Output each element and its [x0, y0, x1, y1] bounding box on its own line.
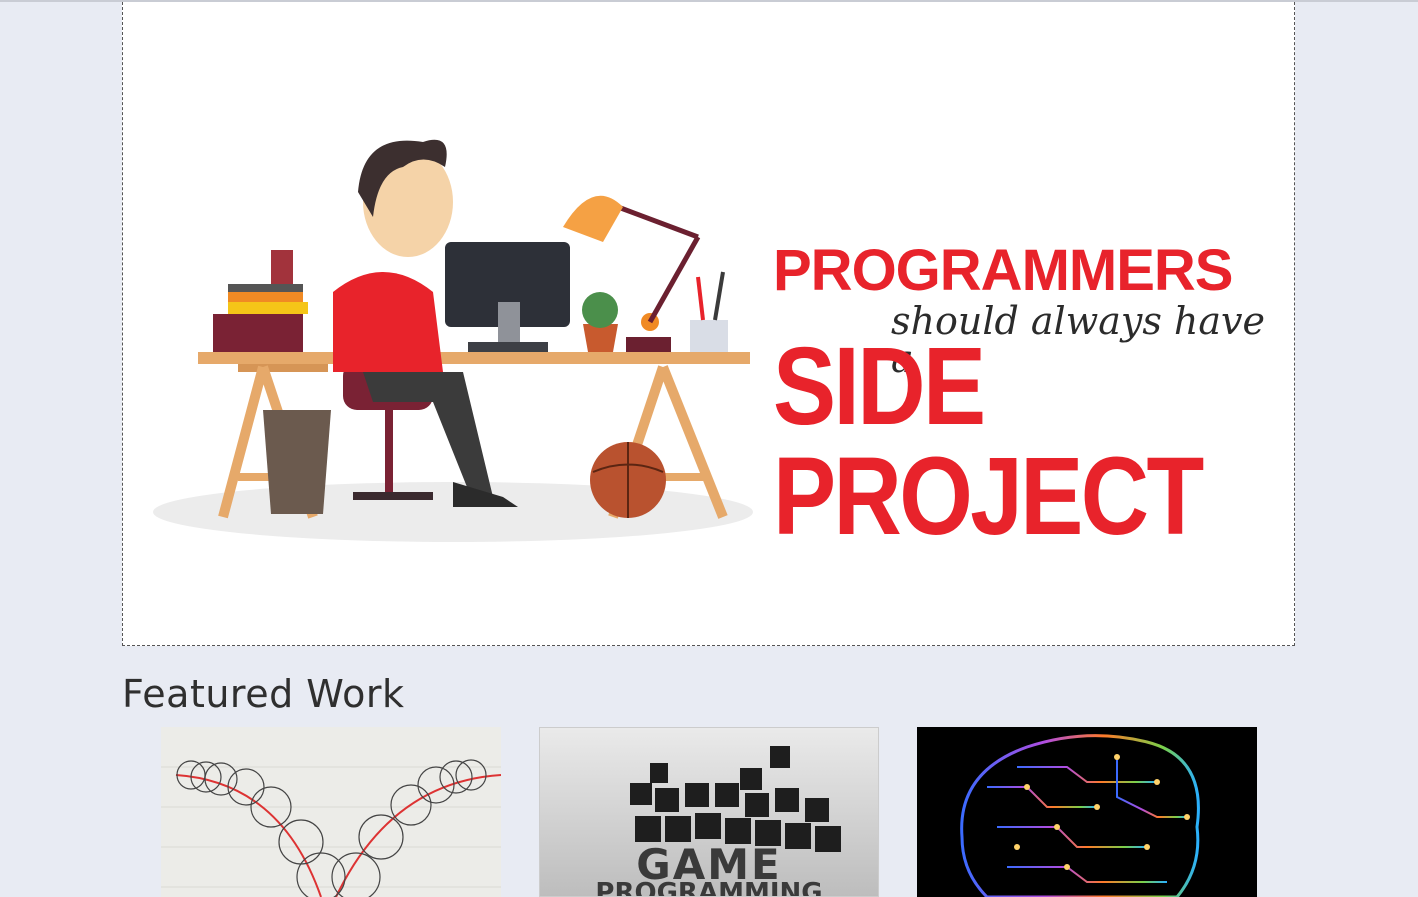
hero-title-side-project: SIDE PROJECT	[773, 325, 1204, 558]
hero-title-programmers: PROGRAMMERS	[773, 238, 1233, 303]
project-card-curves[interactable]	[161, 727, 501, 897]
project-card-game-programming[interactable]: GAME PROGRAMMING	[539, 727, 879, 897]
hero-banner[interactable]: PROGRAMMERS should always have a SIDE PR…	[122, 2, 1295, 646]
featured-work-heading: Featured Work	[122, 672, 405, 716]
curve-sketch-image	[161, 759, 501, 897]
circuit-brain-image	[960, 734, 1200, 897]
project-card-ai-brain[interactable]	[917, 727, 1257, 897]
programming-label: PROGRAMMING	[595, 878, 823, 897]
